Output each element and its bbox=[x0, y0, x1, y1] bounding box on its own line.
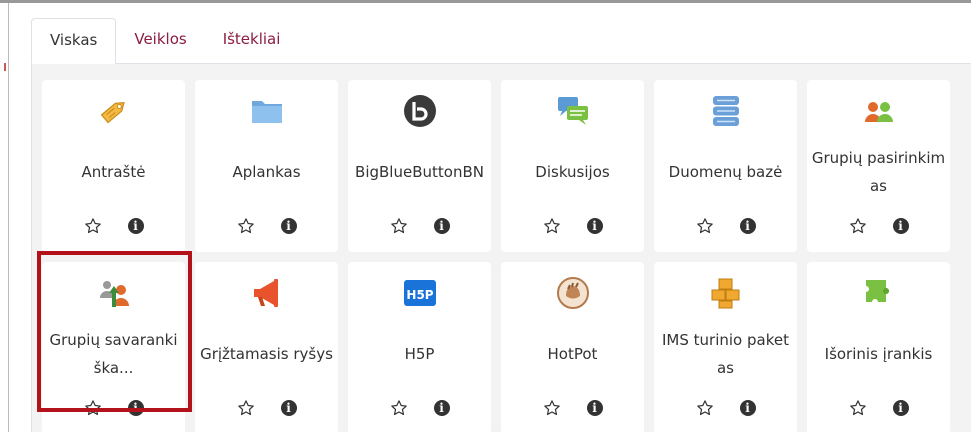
star-icon[interactable] bbox=[237, 399, 255, 417]
module-name: Grupių pasirinkimas bbox=[811, 149, 946, 195]
forum-icon bbox=[556, 94, 590, 128]
module-card-database[interactable]: Duomenų bazė i bbox=[654, 80, 797, 252]
module-card-h5p[interactable]: H5P H5P i bbox=[348, 262, 491, 432]
info-icon[interactable]: i bbox=[739, 218, 756, 234]
star-icon[interactable] bbox=[237, 217, 255, 235]
info-icon[interactable]: i bbox=[892, 218, 909, 234]
module-card-group-selfselection[interactable]: Grupių savarankiška... i bbox=[42, 262, 185, 432]
module-name: Išorinis įrankis bbox=[824, 345, 933, 363]
star-icon[interactable] bbox=[390, 399, 408, 417]
module-name: Antraštė bbox=[81, 163, 146, 181]
info-icon[interactable]: i bbox=[433, 218, 450, 234]
star-icon[interactable] bbox=[543, 399, 561, 417]
group-selfselection-icon bbox=[97, 276, 131, 310]
tab-bar: Viskas Veiklos Ištekliai bbox=[31, 18, 298, 64]
module-name: H5P bbox=[404, 345, 435, 363]
window-top-border bbox=[0, 0, 971, 3]
star-icon[interactable] bbox=[696, 399, 714, 417]
star-icon[interactable] bbox=[696, 217, 714, 235]
hotpot-icon bbox=[556, 276, 590, 310]
module-name: Aplankas bbox=[232, 163, 301, 181]
star-icon[interactable] bbox=[390, 217, 408, 235]
tab-resources[interactable]: Ištekliai bbox=[205, 18, 299, 64]
module-name: IMS turinio paketas bbox=[662, 331, 789, 377]
info-icon[interactable]: i bbox=[586, 218, 603, 234]
module-card-hotpot[interactable]: HotPot i bbox=[501, 262, 644, 432]
module-name: HotPot bbox=[547, 345, 598, 363]
star-icon[interactable] bbox=[849, 399, 867, 417]
database-icon bbox=[709, 94, 743, 128]
module-card-group-choice[interactable]: Grupių pasirinkimas i bbox=[807, 80, 950, 252]
info-icon[interactable]: i bbox=[280, 400, 297, 416]
module-card-external-tool[interactable]: Išorinis įrankis i bbox=[807, 262, 950, 432]
info-icon[interactable]: i bbox=[586, 400, 603, 416]
star-icon[interactable] bbox=[849, 217, 867, 235]
star-icon[interactable] bbox=[543, 217, 561, 235]
module-name: Diskusijos bbox=[535, 163, 610, 181]
external-tool-icon bbox=[862, 276, 896, 310]
module-name: Duomenų bazė bbox=[668, 163, 783, 181]
group-choice-icon bbox=[862, 94, 896, 128]
info-icon[interactable]: i bbox=[892, 400, 909, 416]
star-icon[interactable] bbox=[84, 217, 102, 235]
module-name: Grįžtamasis ryšys bbox=[200, 345, 333, 363]
star-icon[interactable] bbox=[84, 399, 102, 417]
info-icon[interactable]: i bbox=[739, 400, 756, 416]
module-card-forum[interactable]: Diskusijos i bbox=[501, 80, 644, 252]
window-left-edge bbox=[0, 3, 9, 432]
module-card-ims-package[interactable]: IMS turinio paketas i bbox=[654, 262, 797, 432]
label-tag-icon bbox=[97, 94, 131, 128]
feedback-megaphone-icon bbox=[250, 276, 284, 310]
tab-all[interactable]: Viskas bbox=[31, 18, 117, 64]
svg-text:H5P: H5P bbox=[406, 288, 433, 302]
module-chooser-panel: Antraštė i Aplankas i BigBlueButtonBN i … bbox=[31, 63, 971, 432]
edge-marker bbox=[4, 63, 6, 71]
bigbluebutton-icon bbox=[403, 94, 437, 128]
module-name: BigBlueButtonBN bbox=[355, 163, 484, 181]
module-card-bigbluebutton[interactable]: BigBlueButtonBN i bbox=[348, 80, 491, 252]
tab-activities[interactable]: Veiklos bbox=[116, 18, 204, 64]
folder-icon bbox=[250, 94, 284, 128]
module-name: Grupių savarankiška... bbox=[49, 331, 178, 377]
ims-package-icon bbox=[709, 276, 743, 310]
info-icon[interactable]: i bbox=[127, 400, 144, 416]
module-card-label[interactable]: Antraštė i bbox=[42, 80, 185, 252]
info-icon[interactable]: i bbox=[127, 218, 144, 234]
h5p-icon: H5P bbox=[403, 276, 437, 310]
module-card-feedback[interactable]: Grįžtamasis ryšys i bbox=[195, 262, 338, 432]
info-icon[interactable]: i bbox=[433, 400, 450, 416]
module-card-folder[interactable]: Aplankas i bbox=[195, 80, 338, 252]
info-icon[interactable]: i bbox=[280, 218, 297, 234]
